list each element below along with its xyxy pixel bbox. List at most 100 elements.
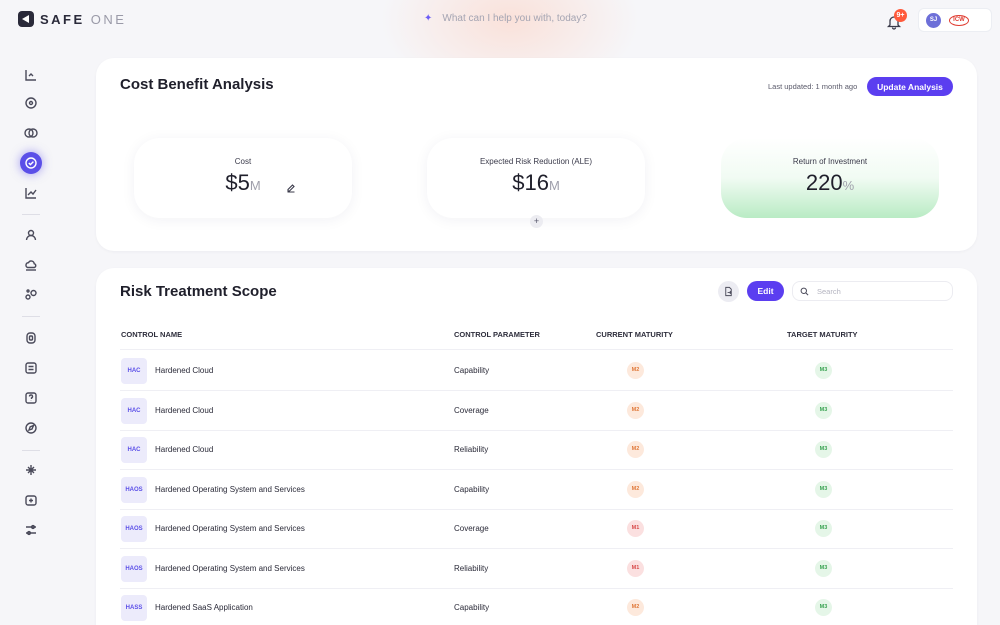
help-icon[interactable] <box>21 388 41 408</box>
compass-icon[interactable] <box>21 418 41 438</box>
control-abbr-badge: HAC <box>121 358 147 384</box>
table-header: CONTROL NAME CONTROL PARAMETER CURRENT M… <box>120 330 953 350</box>
sidebar-divider <box>22 450 40 451</box>
avatar: SJ <box>926 12 941 28</box>
control-abbr-badge: HAC <box>121 397 147 424</box>
column-header-control-parameter: CONTROL PARAMETER <box>454 330 540 339</box>
add-button[interactable]: + <box>530 215 543 228</box>
control-name: Hardened Operating System and Services <box>155 524 305 533</box>
table-row[interactable]: HAC Hardened Cloud Capability M2 M3 <box>120 351 953 391</box>
risk-reduction-value: $16 <box>512 170 549 195</box>
target-maturity-badge: M3 <box>815 401 832 419</box>
edit-icon[interactable] <box>286 180 296 193</box>
app-logo[interactable]: SAFE ONE <box>18 11 126 27</box>
target-maturity-badge: M3 <box>815 362 832 379</box>
last-updated-text: Last updated: 1 month ago <box>768 82 858 91</box>
control-name: Hardened Operating System and Services <box>155 563 305 573</box>
control-abbr-badge: HAOS <box>121 555 147 582</box>
column-header-current-maturity: CURRENT MATURITY <box>596 330 673 339</box>
target-maturity-badge: M3 <box>815 559 832 577</box>
control-parameter: Coverage <box>454 524 489 533</box>
control-parameter: Coverage <box>454 405 489 415</box>
control-name: Hardened Cloud <box>155 445 214 454</box>
control-name: Hardened Operating System and Services <box>155 484 305 494</box>
logo-mark-icon <box>18 11 34 27</box>
chip-icon[interactable] <box>21 328 41 348</box>
trend-chart-icon[interactable] <box>21 183 41 203</box>
cost-value: $5 <box>225 170 250 195</box>
control-parameter: Capability <box>454 603 490 612</box>
roi-label: Return of Investment <box>792 157 868 166</box>
current-maturity-badge: M1 <box>627 559 644 577</box>
export-button[interactable] <box>718 281 739 302</box>
table-row[interactable]: HAOS Hardened Operating System and Servic… <box>120 549 953 589</box>
nodes-icon[interactable] <box>21 285 41 305</box>
target-maturity-badge: M3 <box>815 520 832 537</box>
assistant-prompt-text: What can I help you with, today? <box>442 13 587 24</box>
cost-unit: M <box>249 178 261 193</box>
control-abbr-badge: HASS <box>121 595 147 621</box>
shield-check-icon[interactable] <box>20 152 42 174</box>
risk-reduction-unit: M <box>548 178 560 193</box>
sliders-icon[interactable] <box>21 520 41 540</box>
roi-unit: % <box>842 178 855 193</box>
search-box[interactable] <box>792 281 953 301</box>
update-analysis-button[interactable]: Update Analysis <box>867 77 953 96</box>
control-abbr-badge: HAOS <box>121 516 147 542</box>
sparkle-icon[interactable] <box>21 460 41 480</box>
column-header-target-maturity: TARGET MATURITY <box>787 330 858 339</box>
current-maturity-badge: M2 <box>627 401 644 419</box>
control-parameter: Capability <box>454 484 490 494</box>
table-row[interactable]: HAOS Hardened Operating System and Servic… <box>120 470 953 510</box>
roi-value: 220 <box>805 170 843 195</box>
control-name: Hardened Cloud <box>155 366 214 375</box>
current-maturity-badge: M2 <box>627 599 644 616</box>
logo-main-text: SAFE <box>40 11 85 27</box>
risk-reduction-label: Expected Risk Reduction (ALE) <box>479 157 593 166</box>
cost-metric: Cost $5M <box>134 138 352 218</box>
search-input[interactable] <box>817 286 937 296</box>
notification-badge: 9+ <box>894 9 907 22</box>
risk-reduction-metric: Expected Risk Reduction (ALE) $16M + <box>427 138 645 228</box>
page-title: Cost Benefit Analysis <box>120 76 274 93</box>
cost-benefit-card: Cost Benefit Analysis Last updated: 1 mo… <box>96 58 977 251</box>
sidebar-divider <box>22 316 40 317</box>
plus-box-icon[interactable] <box>21 490 41 510</box>
control-name: Hardened SaaS Application <box>155 603 253 612</box>
risk-treatment-card: Risk Treatment Scope Edit CONTROL NAME C… <box>96 268 977 625</box>
target-maturity-badge: M3 <box>815 480 832 498</box>
list-icon[interactable] <box>21 358 41 378</box>
control-parameter: Reliability <box>454 563 489 573</box>
cloud-icon[interactable] <box>21 255 41 275</box>
target-maturity-badge: M3 <box>815 441 832 458</box>
sidebar-divider <box>22 214 40 215</box>
edit-button[interactable]: Edit <box>747 281 784 301</box>
control-name: Hardened Cloud <box>155 405 214 415</box>
control-parameter: Reliability <box>454 445 489 454</box>
toggle-icon[interactable] <box>21 123 41 143</box>
top-bar: SAFE ONE ✦ What can I help you with, tod… <box>0 0 1000 42</box>
table-row[interactable]: HAC Hardened Cloud Reliability M2 M3 <box>120 430 953 470</box>
column-header-control-name: CONTROL NAME <box>121 330 183 339</box>
section-title: Risk Treatment Scope <box>120 283 277 300</box>
current-maturity-badge: M1 <box>627 520 644 537</box>
control-abbr-badge: HAC <box>121 437 147 463</box>
cost-label: Cost <box>234 157 252 166</box>
sparkle-icon: ✦ <box>424 13 433 24</box>
table-row[interactable]: HAC Hardened Cloud Coverage M2 M3 <box>120 391 953 431</box>
current-maturity-badge: M2 <box>627 441 644 458</box>
target-maturity-badge: M3 <box>815 599 832 616</box>
assistant-prompt[interactable]: ✦ What can I help you with, today? <box>424 13 587 24</box>
table-row[interactable]: HASS Hardened SaaS Application Capability M… <box>120 588 953 625</box>
target-icon[interactable] <box>21 93 41 113</box>
logo-sub-text: ONE <box>90 11 127 27</box>
user-icon[interactable] <box>21 225 41 245</box>
table-row[interactable]: HAOS Hardened Operating System and Servic… <box>120 509 953 549</box>
brand-logo: ICW <box>949 14 969 26</box>
search-icon <box>800 287 809 295</box>
dashboard-icon[interactable] <box>21 65 41 85</box>
profile-menu[interactable]: SJ ICW <box>918 8 992 32</box>
current-maturity-badge: M2 <box>627 362 644 379</box>
current-maturity-badge: M2 <box>627 480 644 498</box>
export-icon <box>725 286 732 297</box>
